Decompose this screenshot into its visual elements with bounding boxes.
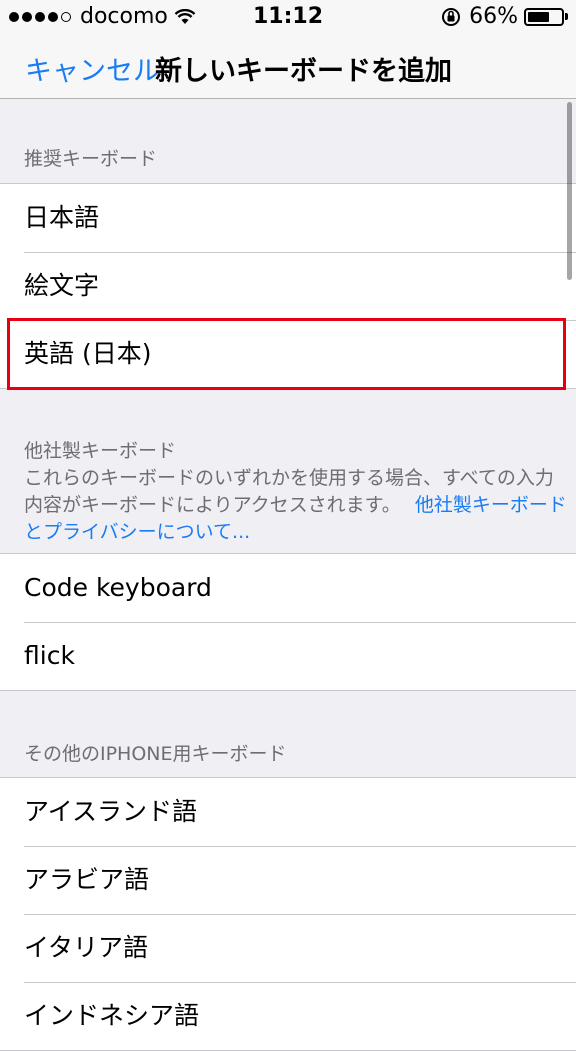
third-party-section-header: 他社製キーボード これらのキーボードのいずれかを使用する場合、すべての入力 内容…: [24, 438, 567, 546]
status-right: 66%: [441, 4, 568, 29]
third-party-description-line2: 内容がキーボードによりアクセスされます。 他社製キーボード: [24, 492, 567, 519]
recommended-section-header: 推奨キーボード: [24, 148, 158, 170]
keyboard-item-italian[interactable]: イタリア語: [0, 914, 576, 982]
third-party-description-text: 内容がキーボードによりアクセスされます。: [24, 494, 401, 516]
cancel-button[interactable]: キャンセル: [25, 49, 160, 88]
keyboard-item-code-keyboard[interactable]: Code keyboard: [0, 554, 576, 622]
keyboard-item-emoji[interactable]: 絵文字: [0, 252, 576, 320]
scroll-indicator[interactable]: [567, 102, 572, 280]
third-party-keyboards-list: Code keyboard flick: [0, 553, 576, 691]
keyboard-item-arabic[interactable]: アラビア語: [0, 846, 576, 914]
battery-percent: 66%: [469, 4, 518, 29]
privacy-link-part1[interactable]: 他社製キーボード: [415, 494, 567, 516]
keyboard-item-icelandic[interactable]: アイスランド語: [0, 778, 576, 846]
battery-icon: [524, 7, 568, 26]
privacy-link-part2[interactable]: とプライバシーについて...: [24, 519, 567, 546]
keyboard-item-indonesian[interactable]: インドネシア語: [0, 982, 576, 1050]
recommended-keyboards-list: 日本語 絵文字 英語 (日本): [0, 183, 576, 389]
page-title: 新しいキーボードを追加: [155, 56, 452, 87]
keyboard-item-flick[interactable]: flick: [0, 622, 576, 690]
keyboard-item-english-japan[interactable]: 英語 (日本): [0, 320, 576, 388]
other-keyboards-list: アイスランド語 アラビア語 イタリア語 インドネシア語: [0, 777, 576, 1051]
battery-level: [528, 11, 550, 22]
other-section-header: その他のIPHONE用キーボード: [24, 743, 287, 765]
orientation-lock-icon: [442, 7, 461, 26]
third-party-title: 他社製キーボード: [24, 440, 177, 462]
status-bar: docomo 11:12 66%: [0, 0, 576, 34]
navigation-bar: キャンセル 新しいキーボードを追加: [0, 34, 576, 99]
third-party-description-line1: これらのキーボードのいずれかを使用する場合、すべての入力: [24, 467, 554, 489]
keyboard-item-japanese[interactable]: 日本語: [0, 184, 576, 252]
